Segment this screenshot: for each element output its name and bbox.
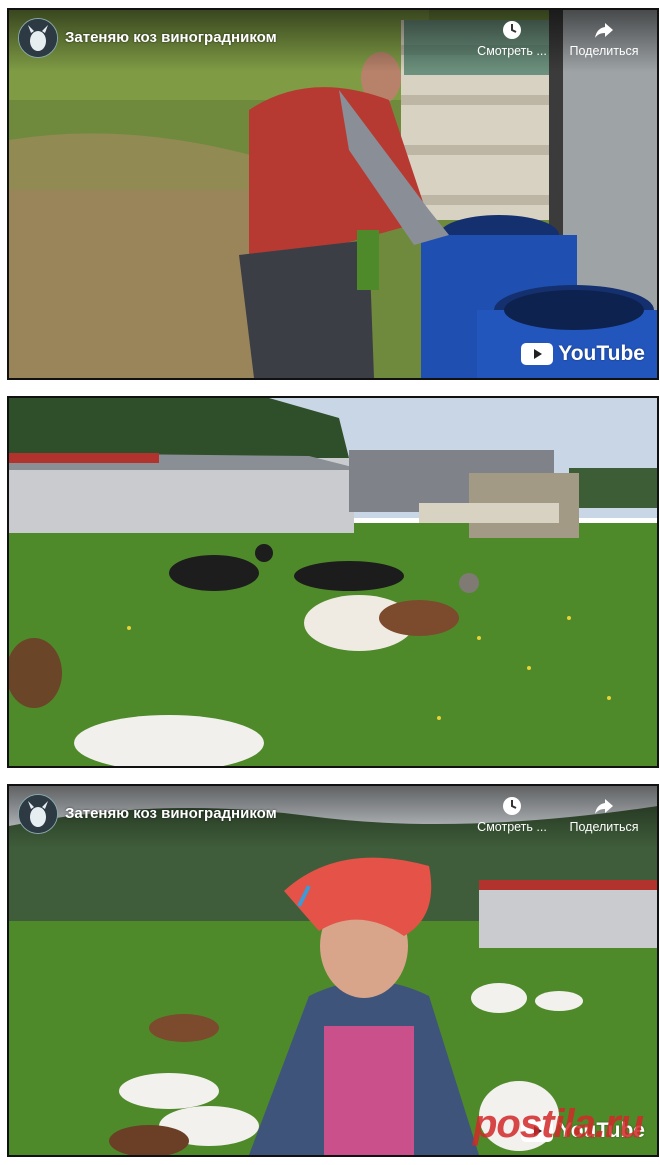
share-label: Поделиться	[569, 44, 639, 58]
watch-later-button[interactable]: Смотреть ...	[472, 20, 552, 58]
video-frame-1[interactable]: Затеняю коз виноградником Смотреть ... П…	[7, 8, 659, 380]
clock-icon	[503, 797, 521, 815]
share-button[interactable]: Поделиться	[564, 796, 644, 834]
video-title[interactable]: Затеняю коз виноградником	[65, 29, 277, 46]
youtube-logo[interactable]: YouTube	[521, 342, 645, 366]
postila-watermark: postila.ru	[472, 1102, 644, 1146]
video-frame-2	[7, 396, 659, 768]
video-frame-3[interactable]: Затеняю коз виноградником Смотреть ... П…	[7, 784, 659, 1157]
goat-avatar-icon	[19, 795, 57, 833]
goat-avatar-icon	[19, 19, 57, 57]
video-scene-meadow	[9, 398, 657, 766]
video-title[interactable]: Затеняю коз виноградником	[65, 805, 277, 822]
youtube-play-icon	[521, 343, 554, 365]
share-label: Поделиться	[569, 820, 639, 834]
clock-icon	[503, 21, 521, 39]
share-arrow-icon	[595, 799, 613, 814]
watch-later-label: Смотреть ...	[477, 820, 547, 834]
channel-avatar[interactable]	[18, 794, 58, 834]
watch-later-button[interactable]: Смотреть ...	[472, 796, 552, 834]
watch-later-label: Смотреть ...	[477, 44, 547, 58]
share-button[interactable]: Поделиться	[564, 20, 644, 58]
channel-avatar[interactable]	[18, 18, 58, 58]
youtube-logo-text: YouTube	[558, 342, 645, 365]
share-arrow-icon	[595, 23, 613, 38]
